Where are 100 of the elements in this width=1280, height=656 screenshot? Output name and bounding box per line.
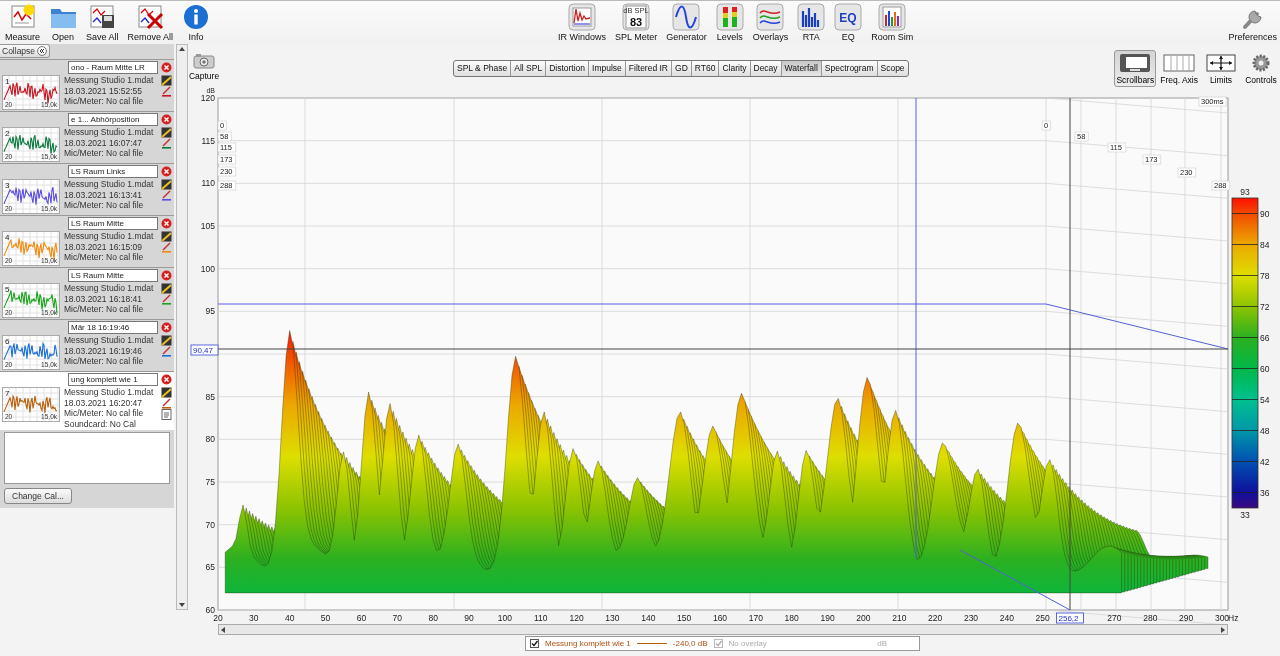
name-field[interactable]: e 1... Abhörposition	[68, 113, 158, 126]
measurement-date: 18.03.2021 16:19:46	[64, 345, 143, 356]
axis-label: 250	[1035, 613, 1050, 623]
toolbar-button[interactable]: EQ EQ	[831, 3, 866, 42]
close-icon	[160, 114, 172, 125]
graph-tab[interactable]: Filtered IR	[625, 61, 672, 76]
overlay-unit: dB	[877, 639, 887, 648]
scroll-left-icon	[219, 625, 227, 634]
mic-calibration: Mic/Meter: No cal file	[64, 148, 145, 159]
scale-label: 48	[1260, 425, 1270, 436]
name-field[interactable]: ung komplett wie 1	[68, 373, 158, 386]
scale-label: 54	[1260, 394, 1270, 405]
graph-pencil-icon	[160, 127, 172, 138]
axis-label: 85	[205, 391, 215, 402]
axis-label: 240	[999, 613, 1014, 623]
vertical-scrollbar[interactable]	[176, 44, 188, 610]
change-cal-button[interactable]: Change Cal...	[4, 488, 72, 504]
graph-pencil-icon	[160, 283, 172, 294]
graph-tab[interactable]: SPL & Phase	[454, 61, 512, 76]
toolbar-button[interactable]: Generator	[663, 3, 710, 42]
axis-label: 190	[820, 613, 835, 623]
capture-button[interactable]: Capture	[190, 53, 218, 81]
info-icon	[182, 3, 211, 31]
pen-icon	[160, 398, 172, 409]
mic-calibration: Mic/Meter: No cal file	[64, 252, 145, 263]
axis-label: 80	[205, 434, 215, 445]
name-field[interactable]: Mär 18 16:19:46	[68, 321, 158, 334]
name-field[interactable]: ono - Raum Mitte LR	[68, 61, 158, 74]
eq-label: EQ	[839, 11, 857, 25]
toolbar-button[interactable]: Open	[46, 3, 80, 42]
graph-tool-button[interactable]: Freq. Axis	[1158, 50, 1200, 87]
toolbar-button[interactable]: Levels	[712, 3, 747, 42]
pen-icon	[160, 294, 172, 305]
graph-tab[interactable]: RT60	[691, 61, 720, 76]
notes-field[interactable]	[4, 432, 170, 484]
measurement-date: 18.03.2021 16:07:47	[64, 137, 143, 148]
axis-label: 70	[392, 613, 402, 623]
cursor-readout: 90,47	[190, 344, 219, 356]
graph-tab[interactable]: Spectrogram	[821, 61, 878, 76]
axis-label: 95	[205, 306, 215, 317]
graph-tab[interactable]: Clarity	[719, 61, 751, 76]
measurement-number: 6	[5, 337, 10, 346]
toolbar-button[interactable]: Overlays	[749, 3, 792, 42]
toolbar-button[interactable]: Save All	[83, 3, 122, 42]
measurement-date: 18.03.2021 16:15:09	[64, 241, 143, 252]
axis-label: 100	[200, 263, 215, 274]
graph-tab[interactable]: Waterfall	[781, 61, 822, 76]
axis-label: 70	[205, 519, 215, 530]
axis-label: 220	[928, 613, 943, 623]
close-icon	[160, 62, 172, 73]
double-chevron-icon	[37, 46, 48, 56]
graph-tab[interactable]: Scope	[877, 61, 908, 76]
graph-sun-icon	[8, 3, 37, 31]
name-field[interactable]: LS Raum Links	[68, 165, 158, 178]
pen-icon	[160, 346, 172, 357]
graph-tab[interactable]: GD	[672, 61, 692, 76]
document-icon	[160, 409, 172, 420]
axis-label: 50	[320, 613, 331, 623]
measurement-number: 1	[5, 77, 10, 86]
name-field[interactable]: LS Raum Mitte	[68, 217, 158, 230]
graph-tool-button[interactable]: Scrollbars	[1114, 50, 1157, 87]
graph-floppy-icon	[88, 3, 117, 31]
graph-tab[interactable]: All SPL	[511, 61, 547, 76]
graph-tab[interactable]: Decay	[750, 61, 782, 76]
checkbox[interactable]	[530, 639, 539, 648]
axis-label: 120	[200, 93, 215, 103]
name-field[interactable]: LS Raum Mitte	[68, 269, 158, 282]
axis-label: 150	[677, 613, 692, 623]
measurement-date: 18.03.2021 16:20:47	[64, 397, 143, 408]
trace-line-sample	[636, 642, 667, 645]
toolbar-button[interactable]: RTA	[794, 3, 829, 42]
close-icon	[160, 218, 172, 229]
pen-icon	[160, 86, 172, 97]
horizontal-scrollbar[interactable]	[218, 624, 1228, 635]
graph-tool-button[interactable]: Controls	[1242, 50, 1280, 87]
toolbar-button[interactable]: IR Windows	[555, 3, 609, 42]
axis-label: 160	[712, 613, 728, 623]
measurement-number: 4	[5, 233, 10, 242]
measurement-number: 3	[5, 181, 10, 190]
toolbar-button[interactable]: Measure	[2, 3, 43, 42]
check-icon	[531, 640, 538, 647]
toolbar-button[interactable]: Info	[179, 3, 214, 42]
close-icon	[160, 166, 172, 177]
measurement-number: 7	[5, 389, 10, 398]
pen-icon	[160, 138, 172, 149]
graph-tab[interactable]: Distortion	[546, 61, 590, 76]
measurement-number: 2	[5, 129, 10, 138]
preferences-button[interactable]: Preferences	[1225, 3, 1280, 42]
collapse-button[interactable]: Collapse	[0, 44, 51, 58]
axis-label: 170	[748, 613, 763, 623]
graph-tab[interactable]: Impulse	[589, 61, 626, 76]
scale-label: 36	[1260, 487, 1270, 498]
close-icon	[160, 374, 172, 385]
toolbar-button[interactable]: Remove All	[124, 3, 177, 42]
scale-label: 72	[1260, 301, 1270, 312]
scroll-right-icon	[1219, 625, 1227, 634]
graph-tool-button[interactable]: Limits	[1202, 50, 1240, 87]
toolbar-button[interactable]: Room Sim	[868, 3, 917, 42]
mic-calibration: Mic/Meter: No cal file	[64, 96, 145, 107]
axis-label: 65	[205, 562, 215, 573]
